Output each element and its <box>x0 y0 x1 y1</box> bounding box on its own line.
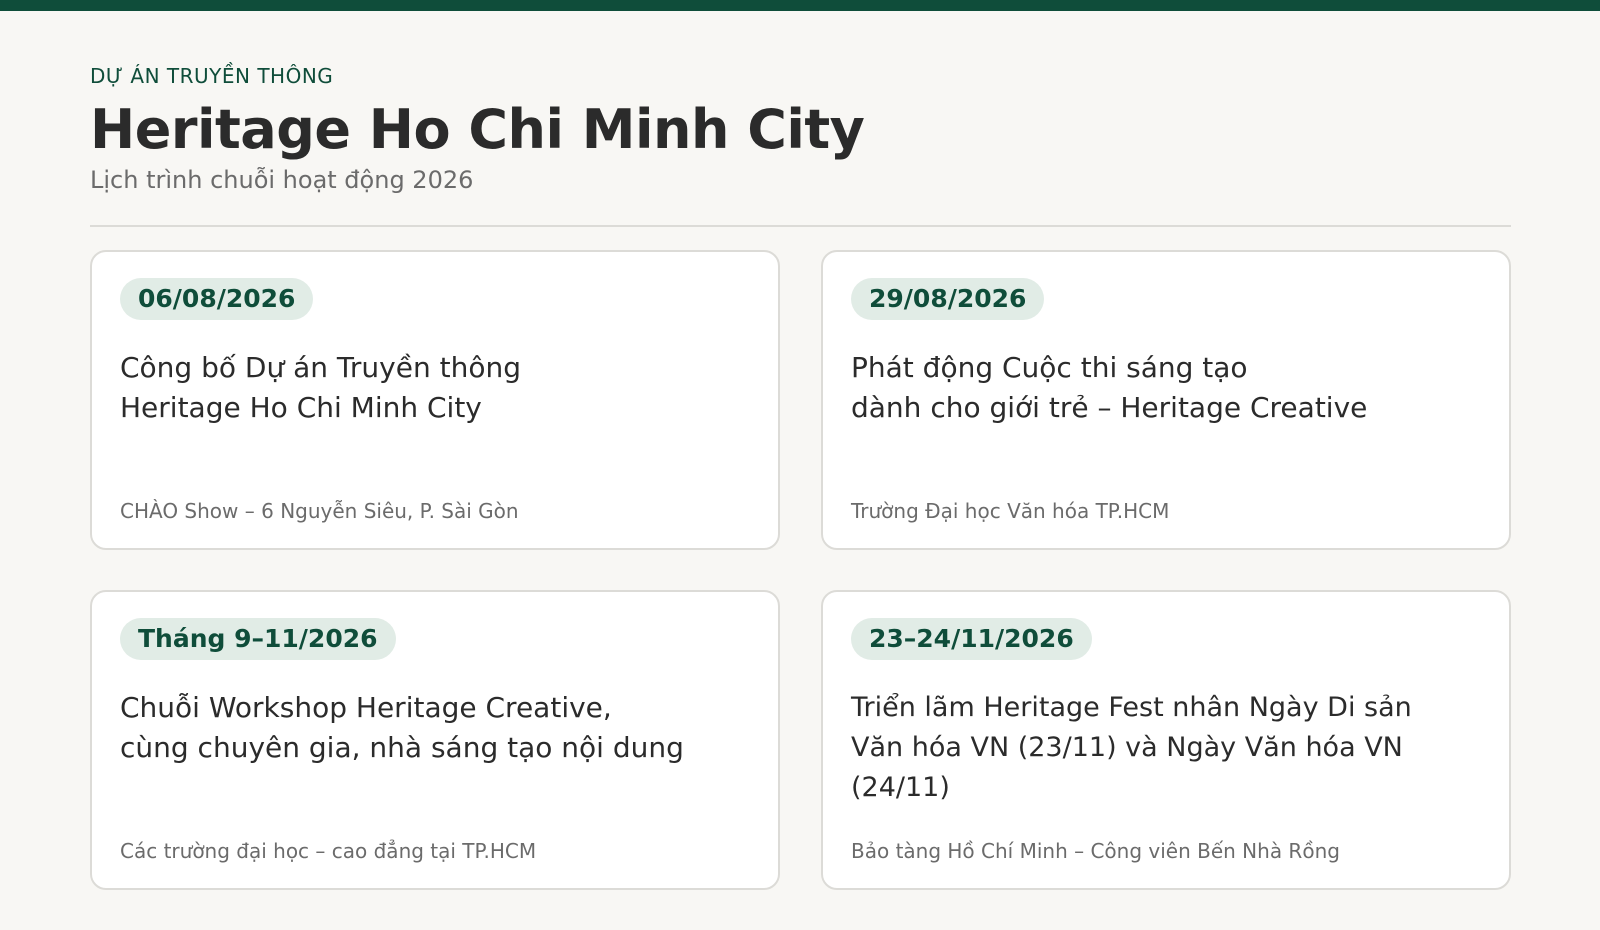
project-kicker: DỰ ÁN TRUYỀN THÔNG <box>90 64 334 88</box>
event-location: Bảo tàng Hồ Chí Minh – Công viên Bến Nhà… <box>851 839 1340 863</box>
event-date-badge: Tháng 9–11/2026 <box>120 618 396 660</box>
event-title: Phát động Cuộc thi sáng tạo dành cho giớ… <box>851 351 1368 424</box>
event-grid: 06/08/2026 Công bố Dự án Truyền thông He… <box>90 250 1511 890</box>
header-divider <box>90 225 1511 227</box>
page-subtitle: Lịch trình chuỗi hoạt động 2026 <box>90 166 474 194</box>
event-date-badge: 06/08/2026 <box>120 278 314 320</box>
event-card[interactable]: 29/08/2026 Phát động Cuộc thi sáng tạo d… <box>821 250 1511 550</box>
event-location: Các trường đại học – cao đẳng tại TP.HCM <box>120 839 537 863</box>
page-header: DỰ ÁN TRUYỀN THÔNG Heritage Ho Chi Minh … <box>90 62 1511 196</box>
event-date-badge: 23–24/11/2026 <box>851 618 1092 660</box>
event-date-badge: 29/08/2026 <box>851 278 1045 320</box>
event-title: Chuỗi Workshop Heritage Creative, cùng c… <box>120 691 684 764</box>
event-title: Triển lãm Heritage Fest nhân Ngày Di sản… <box>851 692 1412 803</box>
page-title: Heritage Ho Chi Minh City <box>90 98 865 161</box>
event-card[interactable]: 06/08/2026 Công bố Dự án Truyền thông He… <box>90 250 780 550</box>
event-card[interactable]: Tháng 9–11/2026 Chuỗi Workshop Heritage … <box>90 590 780 890</box>
event-location: Trường Đại học Văn hóa TP.HCM <box>851 499 1170 523</box>
event-location: CHÀO Show – 6 Nguyễn Siêu, P. Sài Gòn <box>120 499 519 523</box>
event-card[interactable]: 23–24/11/2026 Triển lãm Heritage Fest nh… <box>821 590 1511 890</box>
event-title: Công bố Dự án Truyền thông Heritage Ho C… <box>120 351 521 424</box>
top-accent-bar <box>0 0 1600 11</box>
